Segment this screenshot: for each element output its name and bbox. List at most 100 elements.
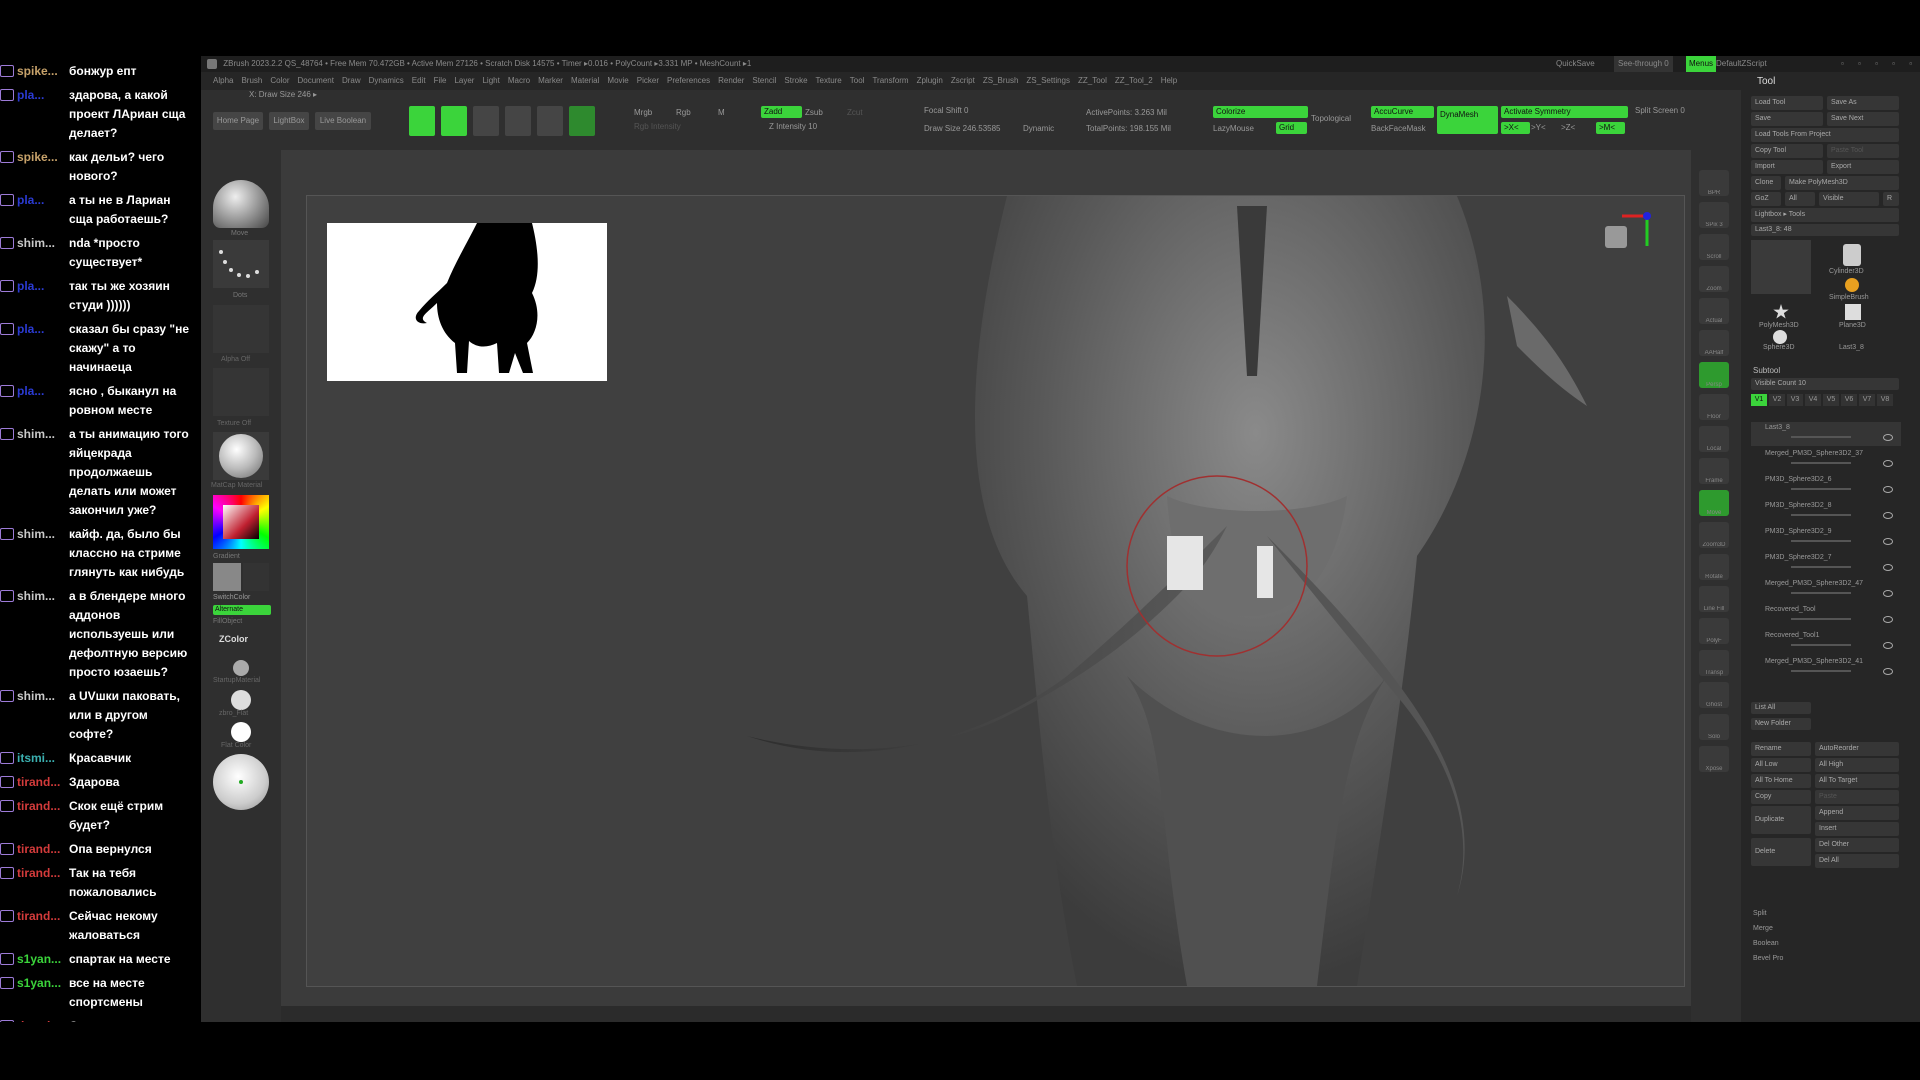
shelf-scroll-button[interactable]: Scroll (1699, 234, 1729, 260)
subtool-opacity-slider[interactable] (1791, 514, 1851, 516)
subtool-header[interactable]: Subtool (1753, 366, 1780, 375)
switch-color-button[interactable]: SwitchColor (213, 594, 250, 601)
shelf-solo-button[interactable]: Solo (1699, 714, 1729, 740)
zsub-button[interactable]: Zsub (805, 108, 823, 117)
chat-username[interactable]: s1yan... (17, 974, 65, 993)
material-toggle-button[interactable] (569, 106, 595, 136)
chat-username[interactable]: pla... (17, 382, 65, 401)
subtool-opacity-slider[interactable] (1791, 462, 1851, 464)
stroke-thumbnail[interactable] (213, 240, 269, 288)
delete-button[interactable]: Delete (1751, 838, 1811, 866)
menu-render[interactable]: Render (718, 76, 744, 85)
subtool-opacity-slider[interactable] (1791, 592, 1851, 594)
subtool-visibility-eye-icon[interactable] (1883, 564, 1893, 571)
visibility-set-v8[interactable]: V8 (1877, 394, 1893, 406)
dynamic-button[interactable]: Dynamic (1023, 124, 1054, 133)
current-tool-thumbnail[interactable] (1751, 240, 1811, 294)
simplebrush-icon[interactable] (1845, 278, 1859, 292)
merge-section[interactable]: Merge (1753, 925, 1773, 932)
shelf-aahalf-button[interactable]: AAHalf (1699, 330, 1729, 356)
chat-username[interactable]: shim... (17, 687, 65, 706)
shelf-floor-button[interactable]: Floor (1699, 394, 1729, 420)
rgb-button[interactable]: Rgb (676, 108, 691, 117)
all-button[interactable]: All (1785, 192, 1815, 206)
topological-button[interactable]: Topological (1311, 114, 1351, 123)
goz-button[interactable]: GoZ (1751, 192, 1781, 206)
menu-zplugin[interactable]: Zplugin (917, 76, 943, 85)
lightbox-button[interactable]: LightBox (269, 112, 309, 130)
chat-username[interactable]: spike... (17, 62, 65, 81)
menu-brush[interactable]: Brush (241, 76, 262, 85)
colorize-button[interactable]: Colorize (1213, 106, 1308, 118)
save-next-button[interactable]: Save Next (1827, 112, 1899, 126)
autoreorder-button[interactable]: AutoReorder (1815, 742, 1899, 756)
alternate-button[interactable]: Alternate (213, 605, 271, 615)
sphere3d-icon[interactable] (1773, 330, 1787, 344)
axis-gizmo[interactable] (1605, 212, 1651, 248)
visibility-set-v3[interactable]: V3 (1787, 394, 1803, 406)
split-section[interactable]: Split (1753, 910, 1767, 917)
chat-username[interactable]: tirand... (17, 864, 65, 883)
dynamesh-button[interactable]: DynaMesh (1437, 106, 1498, 134)
chat-username[interactable]: tirand... (17, 797, 65, 816)
export-button[interactable]: Export (1827, 160, 1899, 174)
current-tool-slider[interactable]: Last3_8: 48 (1751, 224, 1899, 236)
subtool-item[interactable]: PM3D_Sphere3D2_7 (1751, 552, 1901, 576)
plane3d-icon[interactable] (1845, 304, 1861, 320)
subtool-visibility-eye-icon[interactable] (1883, 486, 1893, 493)
chat-username[interactable]: shim... (17, 587, 65, 606)
copy-tool-button[interactable]: Copy Tool (1751, 144, 1823, 158)
brush-thumbnail[interactable] (213, 180, 269, 228)
z-intensity-slider[interactable]: Z Intensity 10 (769, 122, 817, 131)
visibility-set-v2[interactable]: V2 (1769, 394, 1785, 406)
subtool-opacity-slider[interactable] (1791, 670, 1851, 672)
symmetry-y-button[interactable]: >Y< (1531, 123, 1546, 132)
chat-username[interactable]: pla... (17, 191, 65, 210)
subtool-opacity-slider[interactable] (1791, 566, 1851, 568)
visibility-set-v1[interactable]: V1 (1751, 394, 1767, 406)
chat-username[interactable]: shim... (17, 425, 65, 444)
del-other-button[interactable]: Del Other (1815, 838, 1899, 852)
startup-material-icon[interactable] (233, 660, 249, 676)
insert-button[interactable]: Insert (1815, 822, 1899, 836)
append-button[interactable]: Append (1815, 806, 1899, 820)
menu-dynamics[interactable]: Dynamics (369, 76, 404, 85)
subtool-item[interactable]: Merged_PM3D_Sphere3D2_41 (1751, 656, 1901, 680)
menu-picker[interactable]: Picker (637, 76, 659, 85)
chat-username[interactable]: tirand... (17, 1017, 65, 1022)
m-button[interactable]: M (718, 108, 725, 117)
menu-light[interactable]: Light (482, 76, 499, 85)
menu-movie[interactable]: Movie (607, 76, 628, 85)
home-page-button[interactable]: Home Page (213, 112, 263, 130)
menu-zscript[interactable]: Zscript (951, 76, 975, 85)
menu-draw[interactable]: Draw (342, 76, 361, 85)
live-boolean-button[interactable]: Live Boolean (315, 112, 371, 130)
subtool-visibility-eye-icon[interactable] (1883, 668, 1893, 675)
menu-material[interactable]: Material (571, 76, 599, 85)
accucurve-button[interactable]: AccuCurve (1371, 106, 1434, 118)
shelf-polyf-button[interactable]: PolyF (1699, 618, 1729, 644)
menu-stroke[interactable]: Stroke (784, 76, 807, 85)
menu-alpha[interactable]: Alpha (213, 76, 233, 85)
activate-symmetry-button[interactable]: Activate Symmetry (1501, 106, 1628, 118)
chat-username[interactable]: pla... (17, 86, 65, 105)
make-polymesh-button[interactable]: Make PolyMesh3D (1785, 176, 1899, 190)
all-low-button[interactable]: All Low (1751, 758, 1811, 772)
boolean-section[interactable]: Boolean (1753, 940, 1779, 947)
backface-mask-button[interactable]: BackFaceMask (1371, 124, 1426, 133)
menu-zs-settings[interactable]: ZS_Settings (1026, 76, 1070, 85)
menu-help[interactable]: Help (1161, 76, 1177, 85)
paste-tool-button[interactable]: Paste Tool (1827, 144, 1899, 158)
visibility-set-v4[interactable]: V4 (1805, 394, 1821, 406)
menu-zz-tool-2[interactable]: ZZ_Tool_2 (1115, 76, 1153, 85)
visible-count-slider[interactable]: Visible Count 10 (1751, 378, 1899, 390)
cylinder3d-icon[interactable] (1843, 244, 1861, 266)
subtool-visibility-eye-icon[interactable] (1883, 538, 1893, 545)
menu-color[interactable]: Color (270, 76, 289, 85)
flat-color-icon[interactable] (231, 722, 251, 742)
all-to-home-button[interactable]: All To Home (1751, 774, 1811, 788)
shelf-rotate-button[interactable]: Rotate (1699, 554, 1729, 580)
alpha-thumbnail[interactable] (213, 305, 269, 353)
menu-preferences[interactable]: Preferences (667, 76, 710, 85)
menu-transform[interactable]: Transform (872, 76, 908, 85)
